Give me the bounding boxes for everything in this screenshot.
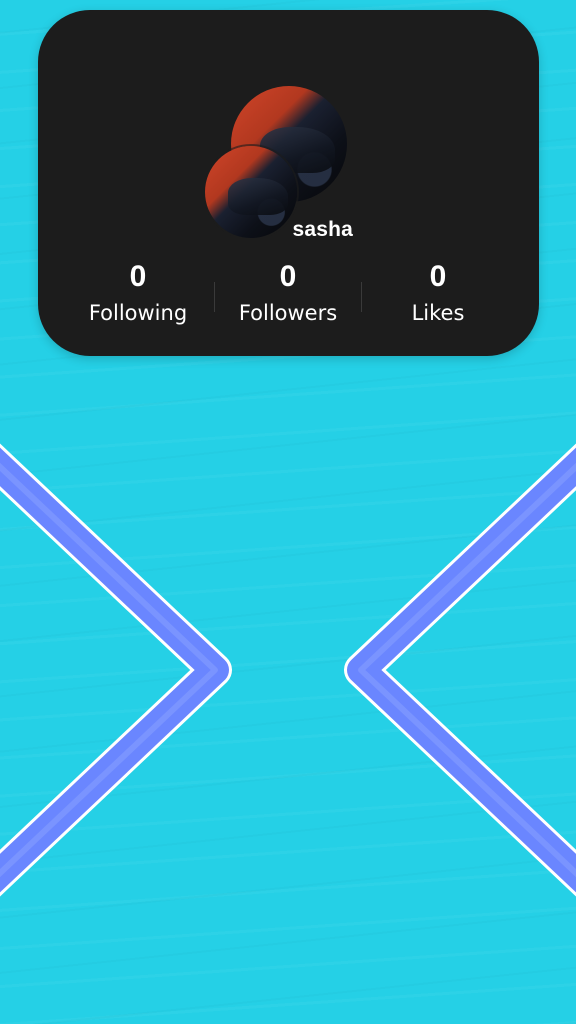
chevron-left-icon[interactable]	[0, 0, 576, 1024]
